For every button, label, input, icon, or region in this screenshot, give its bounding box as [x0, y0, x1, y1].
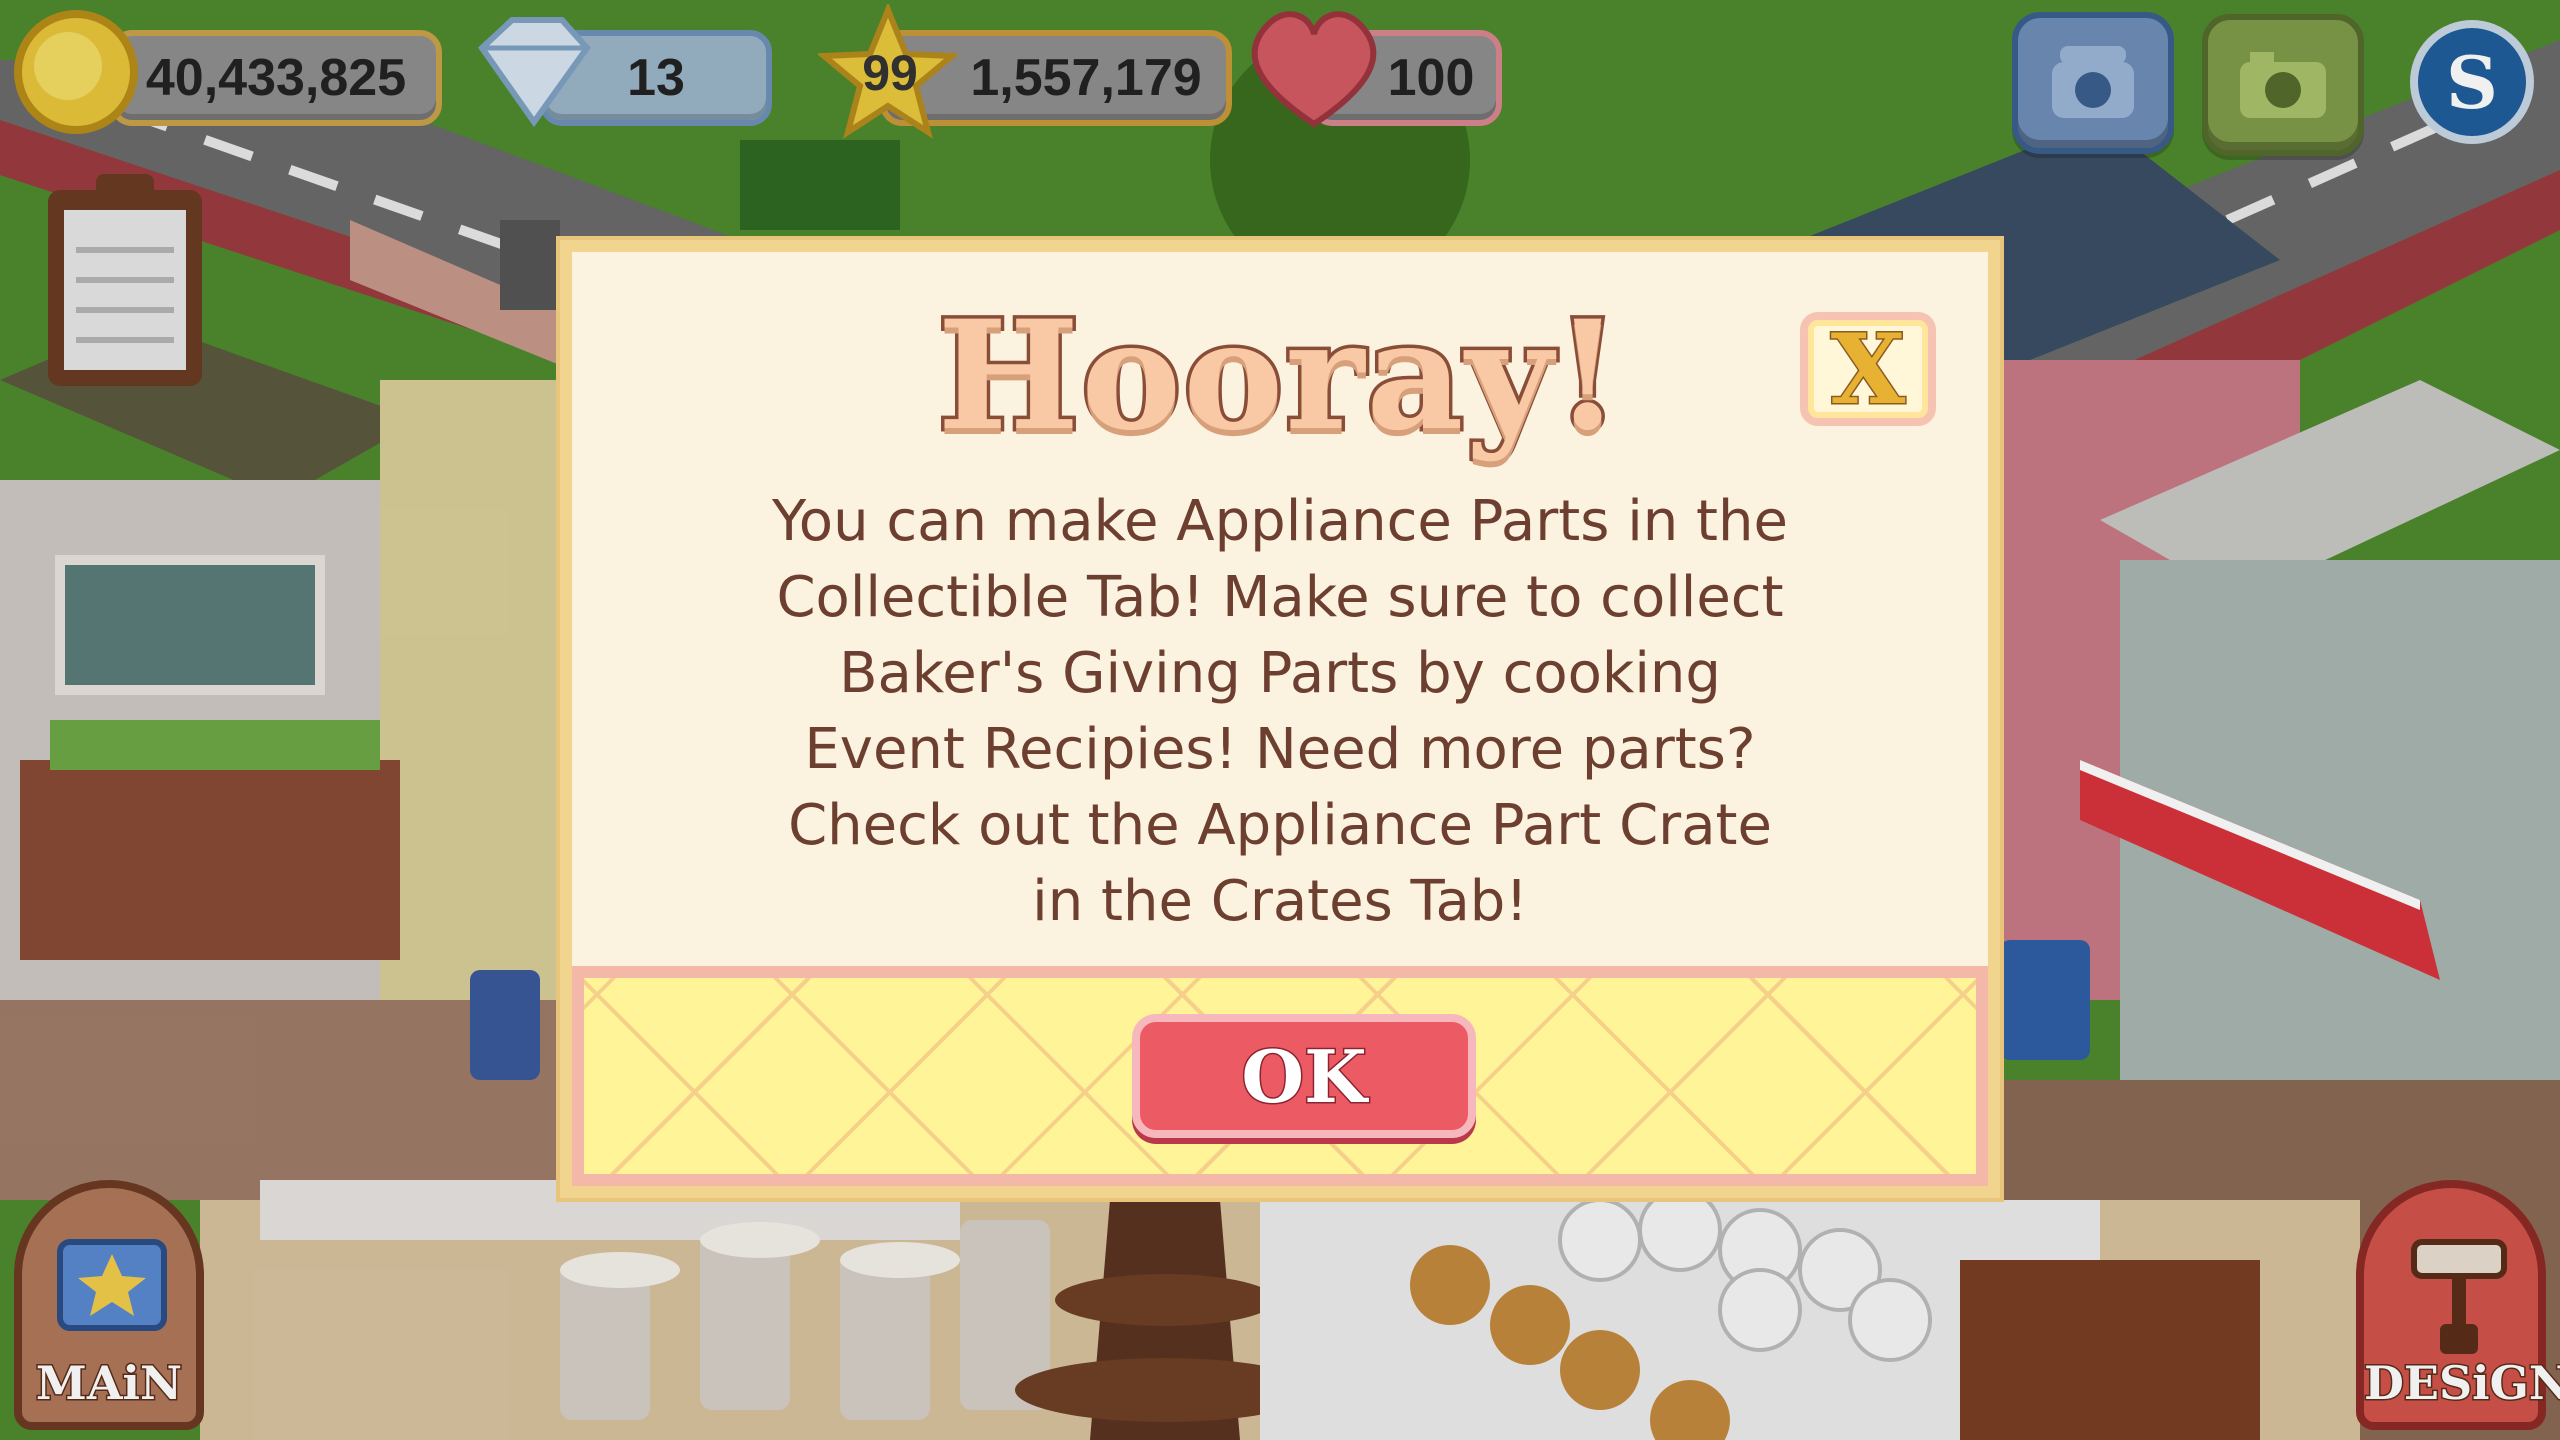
- message-line: in the Crates Tab!: [1032, 869, 1528, 934]
- close-icon: X: [1829, 311, 1907, 427]
- hooray-dialog: Hooray! X You can make Appliance Parts i…: [560, 240, 2000, 1198]
- message-line: Event Recipies! Need more parts?: [804, 717, 1756, 782]
- message-line: Baker's Giving Parts by cooking: [839, 641, 1721, 706]
- close-button[interactable]: X: [1800, 311, 1936, 427]
- message-line: Check out the Appliance Part Crate: [788, 793, 1772, 858]
- ok-button-label: OK: [1240, 1032, 1368, 1120]
- message-line: Collectible Tab! Make sure to collect: [776, 565, 1784, 630]
- dialog-message: You can make Appliance Parts in the Coll…: [652, 484, 1908, 940]
- ok-button[interactable]: OK: [1132, 1014, 1476, 1138]
- message-line: You can make Appliance Parts in the: [772, 489, 1788, 554]
- dialog-footer: OK: [572, 966, 1988, 1186]
- dialog-title: Hooray!: [934, 285, 1624, 468]
